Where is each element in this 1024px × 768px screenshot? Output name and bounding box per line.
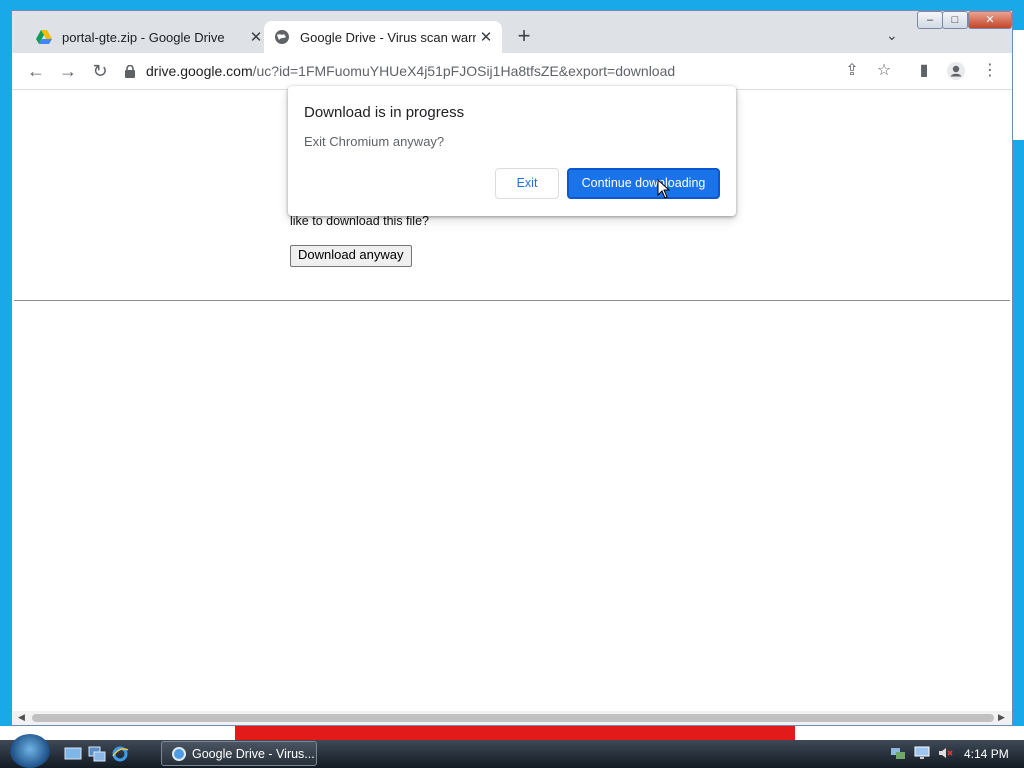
warning-text: like to download this file?: [290, 214, 429, 228]
close-tab-icon[interactable]: ✕: [246, 28, 266, 46]
tab-title: Google Drive - Virus scan warnin: [300, 29, 476, 45]
side-panel-icon[interactable]: ▮: [914, 61, 934, 81]
tab-virus-scan[interactable]: Google Drive - Virus scan warnin ✕: [264, 21, 502, 53]
tab-strip: portal-gte.zip - Google Drive ✕ Google D…: [12, 11, 1012, 53]
network-icon[interactable]: [890, 746, 906, 760]
back-icon[interactable]: ←: [26, 61, 46, 81]
switch-windows-icon[interactable]: [88, 746, 106, 762]
bookmark-star-icon[interactable]: ☆: [874, 61, 894, 81]
start-button[interactable]: [10, 734, 50, 768]
taskbar: Google Drive - Virus... 4:14 PM: [0, 734, 1024, 768]
minimize-button[interactable]: –: [917, 11, 943, 29]
address-bar[interactable]: drive.google.com/uc?id=1FMFuomuYHUeX4j51…: [124, 58, 836, 84]
show-desktop-icon[interactable]: [64, 746, 82, 762]
clock: 4:14 PM: [964, 747, 1009, 761]
system-tray: [890, 746, 954, 762]
browser-toolbar: ← → ↻ drive.google.com/uc?id=1FMFuomuYHU…: [12, 53, 1012, 90]
internet-explorer-icon[interactable]: [111, 746, 129, 762]
task-label: Google Drive - Virus...: [192, 746, 315, 761]
google-drive-icon: [36, 29, 52, 45]
volume-muted-icon[interactable]: [938, 746, 954, 760]
url-host: drive.google.com: [146, 63, 253, 79]
close-tab-icon[interactable]: ✕: [476, 28, 496, 46]
mouse-cursor-icon: [657, 179, 671, 199]
url-text: drive.google.com/uc?id=1FMFuomuYHUeX4j51…: [146, 63, 675, 79]
scrollbar-thumb[interactable]: [32, 714, 994, 722]
exit-button[interactable]: Exit: [495, 168, 559, 199]
desktop-wallpaper-edge: [1012, 30, 1024, 140]
dialog-message: Exit Chromium anyway?: [304, 134, 445, 149]
tab-portal-gte[interactable]: portal-gte.zip - Google Drive ✕: [26, 21, 272, 53]
continue-downloading-button[interactable]: Continue downloading: [567, 168, 720, 199]
tab-title: portal-gte.zip - Google Drive: [62, 29, 225, 45]
share-icon[interactable]: ⇪: [842, 61, 862, 81]
divider: [14, 300, 1010, 301]
reload-icon[interactable]: ↻: [90, 61, 110, 81]
lock-icon: [124, 64, 136, 78]
new-tab-button[interactable]: +: [513, 25, 535, 48]
display-icon[interactable]: [914, 746, 930, 760]
desktop-wallpaper-red: [235, 726, 795, 740]
menu-kebab-icon[interactable]: ⋮: [980, 61, 1000, 81]
scroll-right-icon[interactable]: ▶: [998, 712, 1005, 723]
tab-search-icon[interactable]: ⌄: [886, 27, 898, 44]
url-path: /uc?id=1FMFuomuYHUeX4j51pFJOSij1Ha8tfsZE…: [252, 63, 676, 79]
close-window-button[interactable]: ✕: [968, 11, 1012, 29]
dialog-title: Download is in progress: [304, 104, 465, 121]
taskbar-chrome-button[interactable]: Google Drive - Virus...: [161, 741, 317, 766]
chromium-icon: [172, 746, 186, 761]
globe-icon: [274, 29, 290, 45]
forward-icon[interactable]: →: [58, 61, 78, 81]
download-anyway-button[interactable]: Download anyway: [290, 245, 412, 267]
scroll-left-icon[interactable]: ◀: [18, 712, 25, 723]
profile-icon[interactable]: [946, 61, 966, 81]
maximize-button[interactable]: □: [942, 11, 968, 29]
horizontal-scrollbar[interactable]: ◀ ▶: [12, 711, 1012, 725]
